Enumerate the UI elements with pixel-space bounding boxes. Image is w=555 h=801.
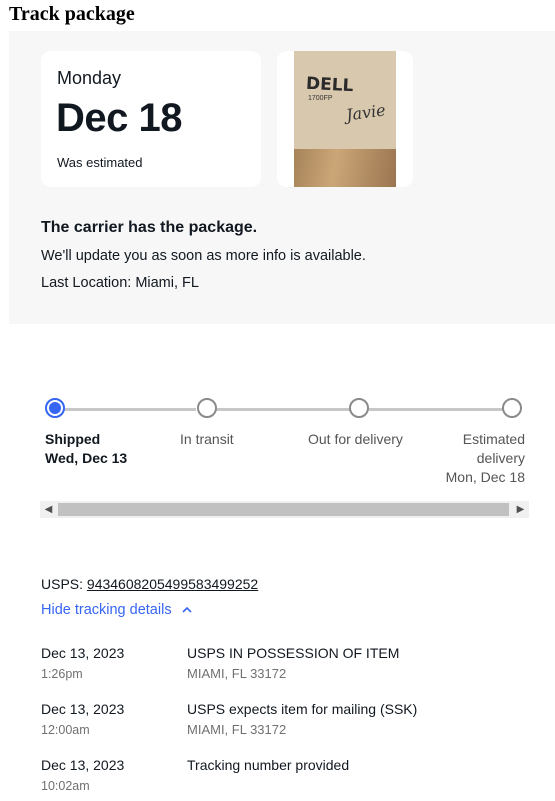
horizontal-scrollbar[interactable]: ◀ ▶: [40, 501, 529, 518]
step-date: Wed, Dec 13: [45, 450, 128, 466]
event-date: Dec 13, 2023: [41, 701, 125, 717]
event-date: Dec 13, 2023: [41, 645, 125, 661]
carrier-label: USPS:: [41, 576, 84, 592]
step-node-estimated-delivery: [502, 398, 522, 418]
event-time: 1:26pm: [41, 667, 83, 681]
table-surface: [294, 149, 396, 187]
toggle-label: Hide tracking details: [41, 602, 172, 618]
step-node-in-transit: [197, 398, 217, 418]
estimated-date-card: Monday Dec 18 Was estimated: [41, 51, 261, 187]
tracking-number-link[interactable]: 9434608205499583499252: [87, 576, 258, 592]
tracking-event-row: Dec 13, 2023 10:02am Tracking number pro…: [41, 757, 541, 801]
progress-line: [216, 408, 351, 411]
step-node-out-for-delivery: [349, 398, 369, 418]
estimate-note: Was estimated: [57, 155, 143, 170]
chevron-up-icon: [182, 606, 192, 613]
delivery-day: Monday: [57, 68, 122, 88]
event-description: USPS IN POSSESSION OF ITEM: [187, 645, 400, 661]
box-logo: DELL: [305, 73, 354, 97]
step-title-line2: delivery: [476, 450, 525, 466]
scroll-left-icon[interactable]: ◀: [40, 501, 57, 518]
step-label-shipped: Shipped Wed, Dec 13: [45, 430, 127, 468]
step-label-in-transit: In transit: [180, 431, 234, 447]
delivery-summary-panel: Monday Dec 18 Was estimated DELL 1700FP …: [9, 31, 555, 324]
delivery-date: Dec 18: [56, 96, 182, 140]
event-description: USPS expects item for mailing (SSK): [187, 701, 418, 717]
tracking-event-row: Dec 13, 2023 1:26pm USPS IN POSSESSION O…: [41, 645, 541, 689]
status-heading: The carrier has the package.: [41, 219, 258, 236]
event-location: MIAMI, FL 33172: [187, 722, 287, 737]
event-time: 10:02am: [41, 779, 90, 793]
step-title: Shipped: [45, 431, 101, 447]
event-date: Dec 13, 2023: [41, 757, 125, 773]
carrier-tracking: USPS: 9434608205499583499252: [41, 576, 258, 592]
item-image-card[interactable]: DELL 1700FP Javie: [277, 51, 413, 187]
progress-line: [64, 408, 196, 411]
step-title-line1: Estimated: [462, 431, 525, 447]
hide-tracking-details-button[interactable]: Hide tracking details: [41, 602, 192, 618]
event-location: MIAMI, FL 33172: [187, 666, 287, 681]
last-location: Last Location: Miami, FL: [41, 275, 199, 291]
step-node-shipped: [45, 398, 65, 418]
shipment-progress: Shipped Wed, Dec 13 In transit Out for d…: [0, 395, 555, 500]
step-label-out-for-delivery: Out for delivery: [308, 431, 403, 447]
event-description: Tracking number provided: [187, 757, 350, 773]
step-label-estimated-delivery: Estimated delivery Mon, Dec 18: [446, 430, 525, 487]
event-time: 12:00am: [41, 723, 90, 737]
status-subtext: We'll update you as soon as more info is…: [41, 248, 366, 264]
scroll-right-icon[interactable]: ▶: [512, 501, 529, 518]
scroll-thumb[interactable]: [58, 503, 509, 516]
step-date: Mon, Dec 18: [445, 469, 525, 485]
page-title: Track package: [9, 3, 135, 25]
tracking-event-row: Dec 13, 2023 12:00am USPS expects item f…: [41, 701, 541, 745]
box-model: 1700FP: [308, 95, 333, 102]
progress-line: [369, 408, 503, 411]
item-photo: DELL 1700FP Javie: [294, 51, 396, 187]
